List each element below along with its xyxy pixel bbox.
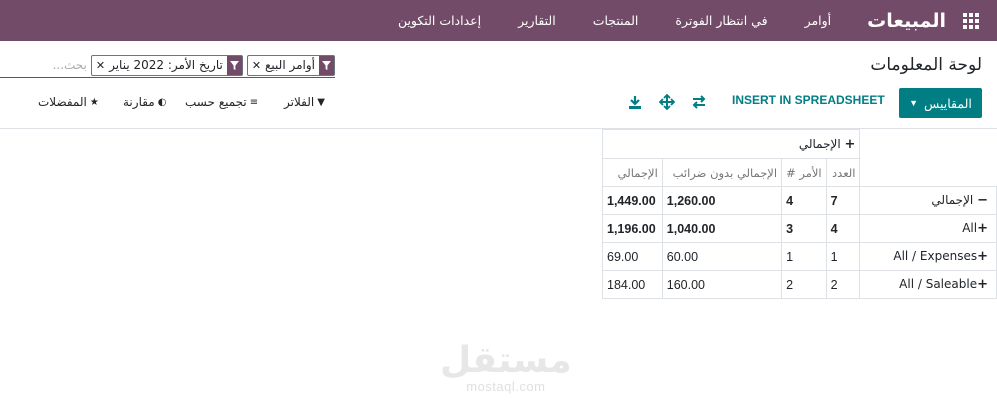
- top-navbar: المبيعات أوامر في انتظار الفوترة المنتجا…: [0, 0, 997, 41]
- favorites-dropdown[interactable]: ★ المفضلات: [38, 95, 99, 109]
- pivot-corner: [859, 129, 997, 187]
- insert-in-spreadsheet-button[interactable]: INSERT IN SPREADSHEET: [732, 93, 885, 107]
- cell-order-count[interactable]: 4: [781, 186, 827, 215]
- cell-count[interactable]: 7: [825, 186, 861, 215]
- measure-header-total[interactable]: الإجمالي: [602, 158, 663, 187]
- cell-order-count[interactable]: 3: [781, 214, 827, 243]
- menu-configuration[interactable]: إعدادات التكوين: [398, 13, 481, 28]
- page-title: لوحة المعلومات: [870, 55, 982, 75]
- cell-untaxed-total[interactable]: 1,260.00: [661, 186, 783, 215]
- watermark: مستقل mostaql.com: [440, 340, 572, 395]
- watermark-logo: مستقل: [440, 340, 572, 381]
- facet-value: تاريخ الأمر: 2022 يناير: [109, 58, 223, 72]
- comparison-label: مقارنة: [123, 95, 155, 109]
- cell-order-count[interactable]: 2: [781, 270, 827, 299]
- menu-to-invoice[interactable]: في انتظار الفوترة: [675, 13, 767, 28]
- pivot-row-header-saleable[interactable]: +All / Saleable: [859, 270, 997, 299]
- pivot-row-header-total[interactable]: − الإجمالي: [859, 186, 997, 215]
- cell-untaxed-total[interactable]: 160.00: [661, 270, 783, 299]
- cell-total[interactable]: 1,196.00: [602, 214, 663, 243]
- row-label: All / Saleable: [899, 277, 978, 291]
- group-by-dropdown[interactable]: ≡ تجميع حسب: [185, 95, 258, 109]
- cell-untaxed-total[interactable]: 60.00: [661, 242, 783, 271]
- table-row: +All 4 3 1,040.00 1,196.00: [602, 214, 997, 243]
- expand-plus-icon: +: [977, 277, 988, 292]
- search-bar: أوامر البيع ✕ تاريخ الأمر: 2022 يناير ✕: [0, 53, 335, 78]
- measures-label: المقاييس: [924, 96, 972, 111]
- measure-header-order-count[interactable]: الأمر #: [781, 158, 827, 187]
- expand-plus-icon: +: [977, 249, 988, 264]
- row-label: All: [962, 221, 978, 235]
- cell-total[interactable]: 69.00: [602, 242, 663, 271]
- filter-icon: ▼: [317, 96, 325, 108]
- menu-orders[interactable]: أوامر: [805, 13, 832, 28]
- adjust-icon: ◐: [157, 96, 167, 108]
- cell-untaxed-total[interactable]: 1,040.00: [661, 214, 783, 243]
- filter-icon: [319, 55, 334, 75]
- remove-facet-icon[interactable]: ✕: [248, 59, 261, 72]
- table-row: − الإجمالي 7 4 1,260.00 1,449.00: [602, 186, 997, 215]
- cell-count[interactable]: 4: [825, 214, 861, 243]
- menu-products[interactable]: المنتجات: [593, 13, 639, 28]
- watermark-url: mostaql.com: [466, 379, 546, 394]
- expand-all-icon[interactable]: [659, 94, 675, 110]
- measures-button[interactable]: المقاييس ▼: [899, 88, 982, 118]
- pivot-row-header-all[interactable]: +All: [859, 214, 997, 243]
- cell-count[interactable]: 1: [825, 242, 861, 271]
- cell-order-count[interactable]: 1: [781, 242, 827, 271]
- search-facet-sale-orders: أوامر البيع ✕: [246, 54, 335, 76]
- flip-axis-icon[interactable]: [691, 94, 707, 110]
- cell-count[interactable]: 2: [825, 270, 861, 299]
- caret-down-icon: ▼: [909, 98, 919, 108]
- bars-icon: ≡: [249, 96, 259, 108]
- collapse-minus-icon: −: [977, 193, 988, 208]
- expand-plus-icon: +: [844, 136, 856, 152]
- comparison-dropdown[interactable]: ◐ مقارنة: [123, 95, 166, 109]
- cell-total[interactable]: 184.00: [602, 270, 663, 299]
- apps-menu-icon[interactable]: [960, 11, 982, 31]
- group-by-label: تجميع حسب: [185, 95, 247, 109]
- search-facet-order-date: تاريخ الأمر: 2022 يناير ✕: [90, 54, 243, 76]
- remove-facet-icon[interactable]: ✕: [92, 59, 105, 72]
- pivot-row-header-expenses[interactable]: +All / Expenses: [859, 242, 997, 271]
- pivot-col-header-label: الإجمالي: [798, 136, 841, 151]
- favorites-label: المفضلات: [38, 95, 87, 109]
- pivot-table: + الإجمالي العدد الأمر # الإجمالي بدون ض…: [601, 129, 997, 299]
- menu-reporting[interactable]: التقارير: [518, 13, 556, 28]
- star-icon: ★: [89, 96, 99, 108]
- expand-plus-icon: +: [977, 221, 988, 236]
- app-brand[interactable]: المبيعات: [867, 10, 946, 32]
- table-row: +All / Saleable 2 2 160.00 184.00: [602, 270, 997, 299]
- measure-header-count[interactable]: العدد: [825, 158, 861, 187]
- search-input[interactable]: [16, 58, 87, 72]
- filters-label: الفلاتر: [284, 95, 315, 109]
- facet-value: أوامر البيع: [265, 58, 315, 72]
- download-icon[interactable]: [627, 94, 643, 110]
- row-label: All / Expenses: [893, 249, 978, 263]
- filters-dropdown[interactable]: ▼ الفلاتر: [284, 95, 325, 109]
- main-menu: أوامر في انتظار الفوترة المنتجات التقاري…: [361, 13, 831, 28]
- filter-icon: [226, 55, 242, 75]
- row-label: الإجمالي: [931, 193, 974, 207]
- cell-total[interactable]: 1,449.00: [602, 186, 663, 215]
- pivot-col-header-total[interactable]: + الإجمالي: [601, 129, 861, 159]
- table-row: +All / Expenses 1 1 60.00 69.00: [602, 242, 997, 271]
- measure-header-untaxed-total[interactable]: الإجمالي بدون ضرائب: [661, 158, 783, 187]
